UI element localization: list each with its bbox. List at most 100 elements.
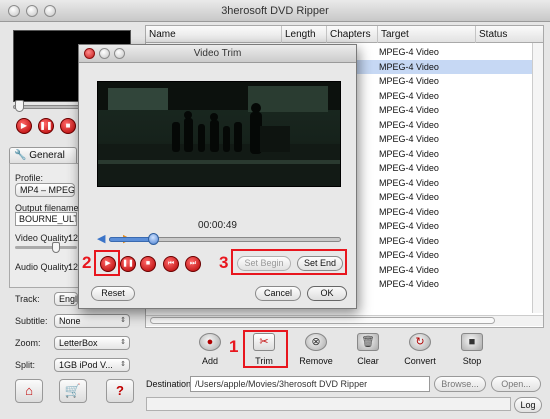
open-button[interactable]: Open... <box>491 376 541 392</box>
minimize-window-button[interactable] <box>26 5 38 17</box>
window-titlebar: 3herosoft DVD Ripper <box>0 0 550 22</box>
clear-label: Clear <box>357 356 379 366</box>
remove-label: Remove <box>299 356 333 366</box>
target-cell: MPEG-4 Video <box>379 177 439 188</box>
destination-path-field[interactable]: /Users/apple/Movies/3herosoft DVD Ripper <box>190 376 430 392</box>
home-icon: ⌂ <box>25 383 33 398</box>
disc-add-icon: ● <box>199 333 221 351</box>
column-status[interactable]: Status <box>476 26 543 43</box>
preview-stop-button[interactable]: ■ <box>60 118 76 134</box>
video-scene-image <box>98 82 340 186</box>
preview-play-button[interactable]: ▶ <box>16 118 32 134</box>
browse-button[interactable]: Browse... <box>434 376 486 392</box>
stop-icon: ■ <box>145 260 151 267</box>
home-button[interactable]: ⌂ <box>15 379 43 403</box>
reset-button[interactable]: Reset <box>91 286 135 301</box>
tab-general[interactable]: 🔧 General <box>9 147 77 164</box>
video-frame <box>97 81 341 187</box>
dialog-close-button[interactable] <box>84 48 95 59</box>
remove-icon: ⊗ <box>305 333 327 351</box>
table-header: Name Length Chapters Target Status <box>146 26 543 43</box>
target-cell: MPEG-4 Video <box>379 61 439 72</box>
chevron-updown-icon: ⇕ <box>120 361 126 368</box>
preview-pause-button[interactable]: ❚❚ <box>38 118 54 134</box>
target-cell: MPEG-4 Video <box>379 206 439 217</box>
video-quality-slider[interactable] <box>15 246 77 249</box>
split-label: Split: <box>15 360 36 370</box>
begin-marker-icon[interactable]: ◀ <box>97 232 105 245</box>
step-2-label: 2 <box>82 253 92 272</box>
subtitle-label: Subtitle: <box>15 316 48 326</box>
dialog-stop-button[interactable]: ■ <box>140 256 156 272</box>
pause-icon: ❚❚ <box>39 121 53 130</box>
stop-icon: ■ <box>461 333 483 351</box>
target-cell: MPEG-4 Video <box>379 148 439 159</box>
stop-label: Stop <box>462 356 482 366</box>
chevron-updown-icon: ⇕ <box>120 317 126 324</box>
wrench-icon: 🔧 <box>14 150 27 161</box>
convert-icon: ↻ <box>409 333 431 351</box>
column-length[interactable]: Length <box>282 26 327 43</box>
vertical-scrollbar[interactable] <box>532 43 543 313</box>
dialog-previous-button[interactable]: ⏮ <box>163 256 179 272</box>
add-label: Add <box>201 356 218 366</box>
dialog-next-button[interactable]: ⏭ <box>185 256 201 272</box>
column-name[interactable]: Name <box>146 26 282 43</box>
audio-quality-label: Audio Quality: <box>15 262 72 272</box>
ok-button[interactable]: OK <box>307 286 347 301</box>
question-icon: ? <box>116 383 124 398</box>
video-quality-label: Video Quality: <box>15 233 71 243</box>
trim-highlight-box <box>243 330 288 368</box>
trim-position-thumb[interactable] <box>148 233 160 245</box>
track-label: Track: <box>15 294 40 304</box>
horizontal-scroll-thumb[interactable] <box>150 317 495 324</box>
log-button[interactable]: Log <box>514 397 542 413</box>
cancel-button[interactable]: Cancel <box>255 286 301 301</box>
step-3-label: 3 <box>219 253 229 272</box>
column-chapters[interactable]: Chapters <box>327 26 378 43</box>
play-icon: ▶ <box>20 121 28 130</box>
remove-button[interactable]: ⊗ Remove <box>292 333 340 367</box>
track-select[interactable]: Engl <box>54 292 78 306</box>
dialog-title: Video Trim <box>193 48 242 59</box>
split-select-value: 1GB iPod V... <box>59 360 113 370</box>
output-filename-field[interactable]: BOURNE_ULTIM <box>15 212 77 226</box>
dialog-minimize-button[interactable] <box>99 48 110 59</box>
skip-forward-icon: ⏭ <box>189 260 197 267</box>
target-cell: MPEG-4 Video <box>379 221 439 231</box>
split-select[interactable]: 1GB iPod V... ⇕ <box>54 358 130 372</box>
zoom-select[interactable]: LetterBox ⇕ <box>54 336 130 350</box>
help-button[interactable]: ? <box>106 379 134 403</box>
chevron-updown-icon: ⇕ <box>120 339 126 346</box>
zoom-window-button[interactable] <box>44 5 56 17</box>
target-cell: MPEG-4 Video <box>379 192 439 202</box>
dialog-zoom-button[interactable] <box>114 48 125 59</box>
subtitle-select[interactable]: None ⇕ <box>54 314 130 328</box>
target-cell: MPEG-4 Video <box>379 119 439 130</box>
cart-icon: 🛒 <box>64 383 82 398</box>
buy-button[interactable]: 🛒 <box>59 379 87 403</box>
destination-label: Destination: <box>146 379 194 389</box>
column-target[interactable]: Target <box>378 26 476 43</box>
target-cell: MPEG-4 Video <box>379 264 439 275</box>
video-quality-thumb[interactable] <box>52 242 60 253</box>
set-buttons-highlight-box <box>231 249 347 275</box>
stop-icon: ■ <box>65 121 71 130</box>
subtitle-select-value: None <box>59 316 81 326</box>
add-button[interactable]: ● Add <box>186 333 234 367</box>
dialog-titlebar: Video Trim <box>79 45 356 63</box>
clear-button[interactable]: 🗑 Clear <box>344 333 392 367</box>
dialog-pause-button[interactable]: ❚❚ <box>120 256 136 272</box>
target-cell: MPEG-4 Video <box>379 235 439 246</box>
profile-label: Profile: <box>15 173 44 183</box>
close-window-button[interactable] <box>8 5 20 17</box>
target-cell: MPEG-4 Video <box>379 90 439 101</box>
stop-button[interactable]: ■ Stop <box>448 333 496 367</box>
tab-general-label: General <box>29 150 65 161</box>
zoom-label: Zoom: <box>15 338 41 348</box>
timecode-display: 00:00:49 <box>198 220 237 231</box>
convert-button[interactable]: ↻ Convert <box>396 333 444 367</box>
status-bar <box>146 397 511 411</box>
preview-seek-thumb[interactable] <box>15 100 24 112</box>
profile-select[interactable]: MP4 – MPEG- <box>15 183 75 197</box>
